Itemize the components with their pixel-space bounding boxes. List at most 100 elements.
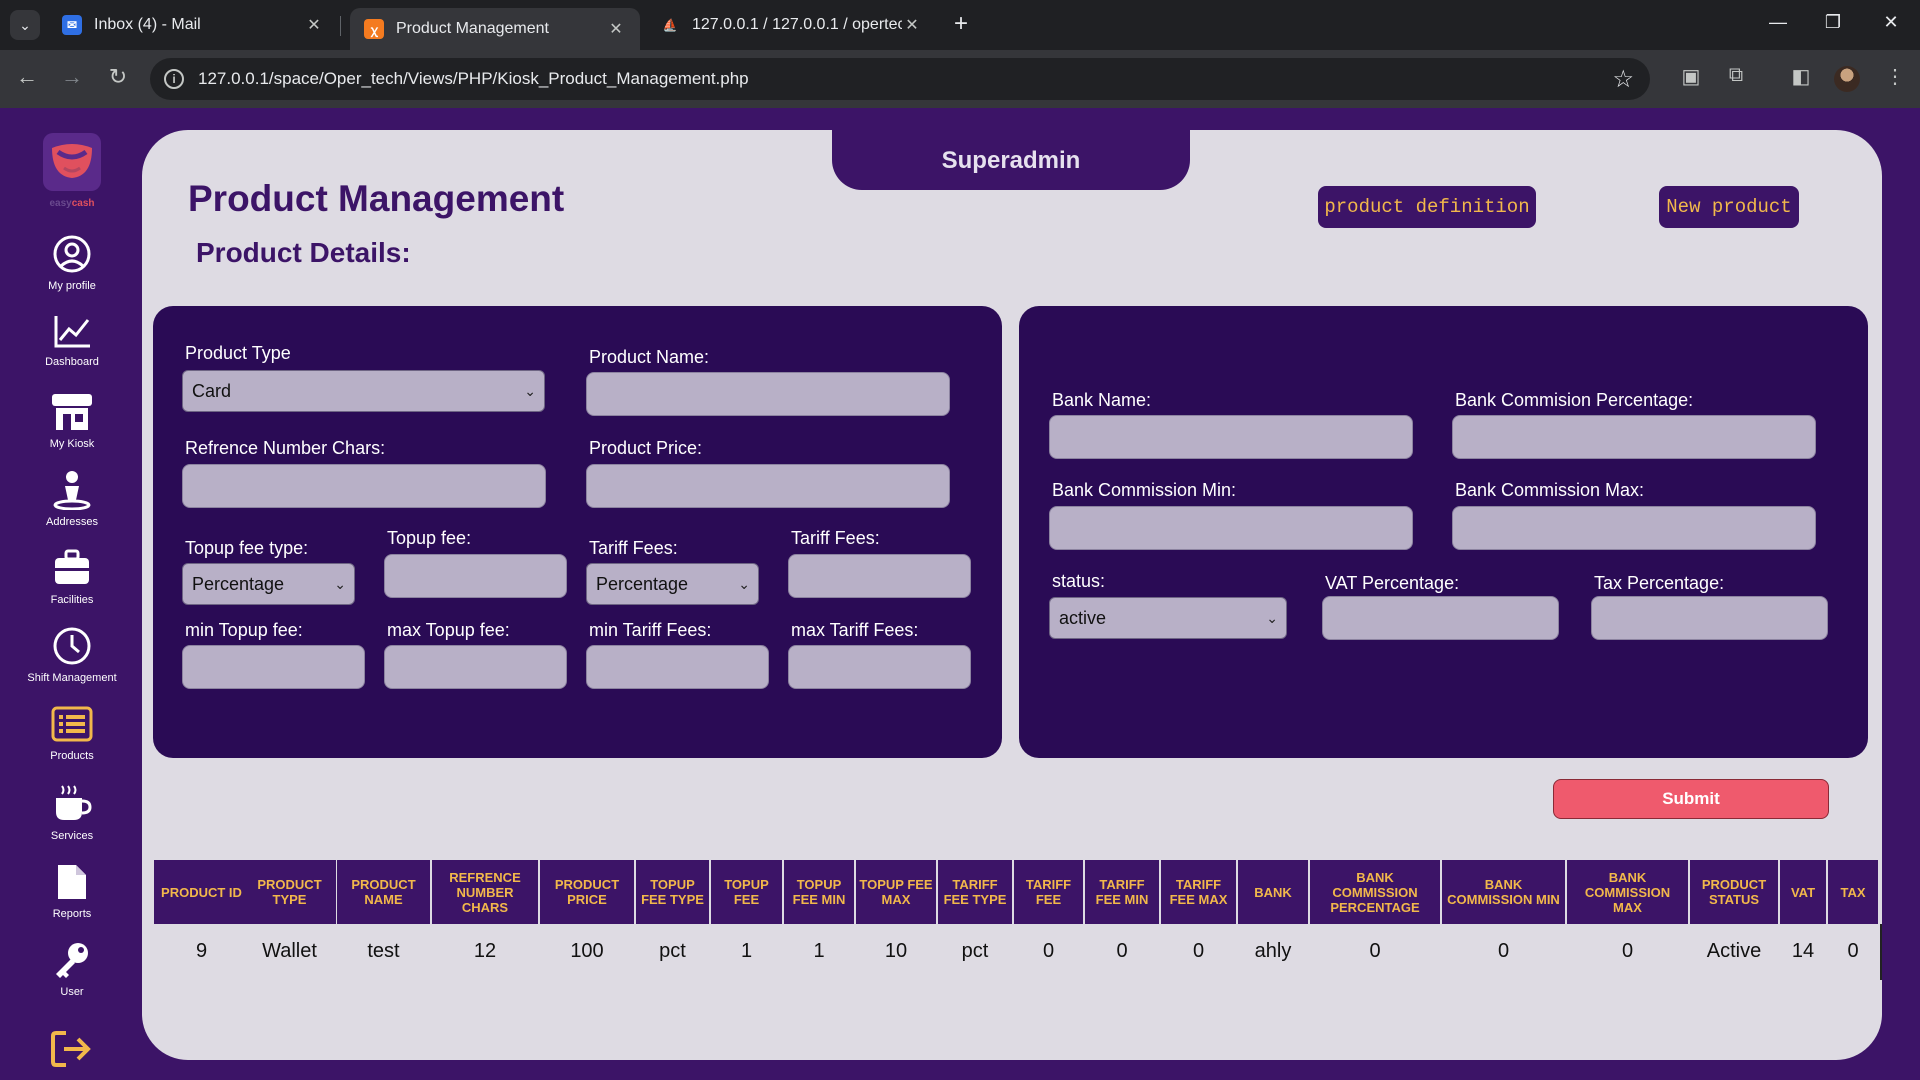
table-cell: 12	[473, 940, 497, 962]
tax-field[interactable]	[1591, 596, 1828, 640]
sidebar-item-user[interactable]: User	[0, 940, 144, 998]
page-title: Product Management	[188, 178, 565, 219]
table-header-cell: TARIFF FEE	[1014, 860, 1083, 924]
min-topup-field[interactable]	[182, 645, 365, 689]
sidebar-item-label: Addresses	[46, 516, 98, 528]
tab-search-button[interactable]: ⌄	[10, 10, 40, 40]
max-topup-label: max Topup fee:	[387, 620, 510, 640]
bank-name-label: Bank Name:	[1052, 390, 1152, 410]
bank-comm-min-field[interactable]	[1049, 506, 1413, 550]
table-cell: 10	[884, 940, 908, 962]
address-bar[interactable]: i 127.0.0.1/space/Oper_tech/Views/PHP/Ki…	[150, 58, 1650, 100]
user-circle-icon	[53, 235, 91, 273]
menu-icon[interactable]: ⋮	[1880, 64, 1910, 94]
max-tariff-field[interactable]	[788, 645, 971, 689]
table-cell: 0	[1042, 940, 1055, 962]
sidebar-item-label: Facilities	[50, 594, 94, 606]
new-tab-button[interactable]: +	[948, 12, 974, 38]
submit-button[interactable]: Submit	[1553, 779, 1829, 819]
briefcase-icon	[55, 549, 89, 584]
back-icon[interactable]: ←	[12, 64, 42, 90]
vat-field[interactable]	[1322, 596, 1559, 640]
min-tariff-field[interactable]	[586, 645, 769, 689]
ref-chars-label: Refrence Number Chars:	[185, 438, 386, 458]
chevron-down-icon: ⌄	[334, 576, 346, 592]
minimize-button[interactable]: —	[1763, 12, 1793, 33]
restore-button[interactable]: ❐	[1818, 12, 1848, 33]
sidebar-item-my-kiosk[interactable]: My Kiosk	[0, 392, 144, 450]
table-header-cell: TAX	[1828, 860, 1878, 924]
tab-phpmyadmin[interactable]: ⛵ 127.0.0.1 / 127.0.0.1 / opertech ✕	[646, 8, 936, 42]
site-info-icon[interactable]: i	[164, 69, 184, 89]
table-cell: 0	[1847, 940, 1859, 962]
sidebar-item-addresses[interactable]: Addresses	[0, 470, 144, 528]
sidebar-item-shift-management[interactable]: Shift Management	[0, 626, 144, 684]
sidebar-item-label: Reports	[52, 908, 92, 920]
tariff-fees-label: Tariff Fees:	[791, 528, 880, 548]
status-select[interactable]: active ⌄	[1049, 597, 1287, 639]
browser-tab-bar: ⌄ ✉ Inbox (4) - Mail ✕ ꭓ Product Managem…	[0, 0, 1920, 50]
tax-label: Tax Percentage:	[1594, 573, 1725, 593]
table-header-cell: PRODUCT ID	[154, 860, 249, 924]
list-icon	[51, 706, 93, 742]
close-window-button[interactable]: ✕	[1876, 12, 1906, 33]
sidebar-item-reports[interactable]: Reports	[0, 862, 144, 920]
chart-line-icon	[54, 316, 90, 348]
extensions-icon[interactable]: ⧉	[1721, 64, 1751, 94]
table-cell: 14	[1791, 940, 1815, 962]
bank-name-field[interactable]	[1049, 415, 1413, 459]
table-header-cell: TOPUP FEE MIN	[784, 860, 854, 924]
tariff-fees-type-select[interactable]: Percentage ⌄	[586, 563, 759, 605]
profile-avatar[interactable]	[1834, 66, 1860, 92]
sidebar-item-label: Products	[50, 750, 94, 762]
tab-title: 127.0.0.1 / 127.0.0.1 / opertech	[692, 16, 902, 33]
table-cell: 0	[1369, 940, 1381, 962]
chevron-down-icon: ⌄	[1266, 610, 1278, 626]
screencast-icon[interactable]: ▣	[1676, 64, 1706, 94]
section-title: Product Details:	[196, 237, 411, 268]
table-cell: 1	[813, 940, 825, 962]
table-cell: Active	[1706, 940, 1762, 962]
table-header-cell: PRODUCT TYPE	[243, 860, 336, 924]
close-icon[interactable]: ✕	[902, 15, 922, 35]
close-icon[interactable]: ✕	[304, 15, 324, 35]
product-name-field[interactable]	[586, 372, 950, 416]
sidebar-item-logout[interactable]	[0, 1030, 144, 1068]
product-definition-button[interactable]: product definition	[1318, 186, 1536, 228]
table-cell: pct	[659, 940, 686, 962]
easycash-logo	[43, 133, 101, 191]
tariff-fees-field[interactable]	[788, 554, 971, 598]
sidebar-item-services[interactable]: Services	[0, 784, 144, 842]
new-product-button[interactable]: New product	[1659, 186, 1799, 228]
sidebar-item-products[interactable]: Products	[0, 706, 144, 762]
forward-icon[interactable]: →	[57, 64, 87, 90]
tab-mail[interactable]: ✉ Inbox (4) - Mail ✕	[48, 8, 338, 42]
product-type-select[interactable]: Card ⌄	[182, 370, 545, 412]
ref-chars-field[interactable]	[182, 464, 546, 508]
sidebar-item-label: My Kiosk	[49, 438, 95, 450]
logo-text: easycash	[49, 198, 95, 209]
store-icon	[52, 394, 92, 430]
sidebar-item-my-profile[interactable]: My profile	[0, 234, 144, 292]
sidebar-item-dashboard[interactable]: Dashboard	[0, 314, 144, 368]
xampp-icon: ꭓ	[364, 19, 384, 39]
bank-comm-pct-field[interactable]	[1452, 415, 1816, 459]
url-text[interactable]: 127.0.0.1/space/Oper_tech/Views/PHP/Kios…	[198, 69, 749, 89]
close-icon[interactable]: ✕	[606, 19, 626, 39]
product-price-field[interactable]	[586, 464, 950, 508]
table-header-cell: PRODUCT NAME	[337, 860, 430, 924]
bank-comm-max-field[interactable]	[1452, 506, 1816, 550]
max-tariff-label: max Tariff Fees:	[791, 620, 919, 640]
topup-fee-field[interactable]	[384, 554, 567, 598]
bookmark-star-icon[interactable]: ☆	[1612, 65, 1634, 94]
side-panel-icon[interactable]: ◧	[1786, 64, 1816, 94]
tab-product-management[interactable]: ꭓ Product Management ✕	[350, 8, 640, 50]
max-topup-field[interactable]	[384, 645, 567, 689]
reload-icon[interactable]: ↻	[103, 64, 133, 90]
sidebar-item-facilities[interactable]: Facilities	[0, 548, 144, 606]
table-header-cell: TOPUP FEE TYPE	[636, 860, 709, 924]
tariff-fees-type-label: Tariff Fees:	[589, 538, 678, 558]
table-header-cell: BANK COMMISSION PERCENTAGE	[1310, 860, 1440, 924]
table-header-cell: TARIFF FEE MIN	[1085, 860, 1159, 924]
topup-fee-type-select[interactable]: Percentage ⌄	[182, 563, 355, 605]
